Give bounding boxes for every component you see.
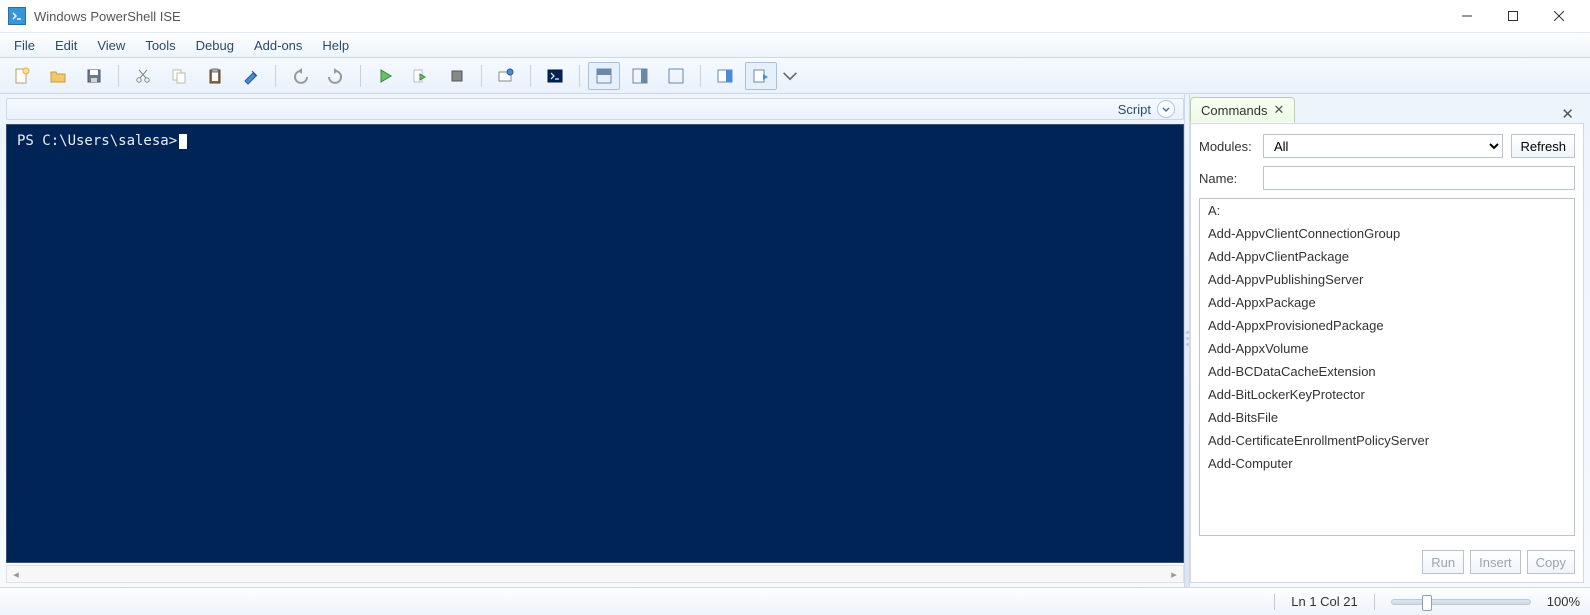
new-remote-tab-button[interactable]: [490, 62, 522, 90]
maximize-button[interactable]: [1490, 0, 1536, 32]
modules-label: Modules:: [1199, 139, 1255, 154]
console-prompt: PS C:\Users\salesa>: [17, 133, 177, 149]
open-file-button[interactable]: [42, 62, 74, 90]
run-selection-button[interactable]: [405, 62, 437, 90]
app-icon: [8, 7, 26, 25]
command-item[interactable]: Add-BitLockerKeyProtector: [1200, 383, 1574, 406]
cut-button[interactable]: [127, 62, 159, 90]
name-input[interactable]: [1263, 166, 1575, 190]
expand-script-icon: [1157, 100, 1175, 118]
menu-help[interactable]: Help: [312, 35, 359, 56]
command-item[interactable]: Add-AppvClientPackage: [1200, 245, 1574, 268]
horizontal-scrollbar[interactable]: ◂ ▸: [6, 565, 1184, 583]
menu-debug[interactable]: Debug: [186, 35, 244, 56]
modules-select[interactable]: All: [1263, 134, 1503, 158]
commands-pane: Commands ✕ ✕ Modules: All Refresh Name: …: [1190, 94, 1590, 587]
command-item[interactable]: Add-AppvPublishingServer: [1200, 268, 1574, 291]
title-bar: Windows PowerShell ISE: [0, 0, 1590, 32]
menu-edit[interactable]: Edit: [45, 35, 87, 56]
show-script-pane-right-button[interactable]: [624, 62, 656, 90]
show-command-addon-button[interactable]: [709, 62, 741, 90]
copy-cmd-button[interactable]: Copy: [1527, 550, 1575, 574]
commands-pane-close-icon[interactable]: ✕: [1555, 105, 1580, 123]
commands-tab[interactable]: Commands ✕: [1190, 97, 1295, 123]
script-pane-toggle[interactable]: Script: [6, 98, 1184, 120]
script-pane-label: Script: [1118, 102, 1151, 117]
undo-button[interactable]: [284, 62, 316, 90]
console-cursor: [179, 134, 187, 149]
new-file-button[interactable]: [6, 62, 38, 90]
cursor-position: Ln 1 Col 21: [1291, 594, 1358, 609]
menu-tools[interactable]: Tools: [135, 35, 185, 56]
show-script-pane-max-button[interactable]: [660, 62, 692, 90]
commands-listbox[interactable]: A:Add-AppvClientConnectionGroupAdd-AppvC…: [1199, 198, 1575, 536]
zoom-value: 100%: [1547, 594, 1580, 609]
menu-view[interactable]: View: [87, 35, 135, 56]
redo-button[interactable]: [320, 62, 352, 90]
name-label: Name:: [1199, 171, 1255, 186]
command-item[interactable]: Add-Computer: [1200, 452, 1574, 475]
command-item[interactable]: A:: [1200, 199, 1574, 222]
command-item[interactable]: Add-AppvClientConnectionGroup: [1200, 222, 1574, 245]
status-bar: Ln 1 Col 21 100%: [0, 587, 1590, 615]
zoom-slider[interactable]: [1391, 599, 1531, 605]
stop-button[interactable]: [441, 62, 473, 90]
show-script-pane-top-button[interactable]: [588, 62, 620, 90]
toolbar: [0, 58, 1590, 94]
toolbar-overflow-button[interactable]: [781, 62, 799, 90]
main-area: Script PS C:\Users\salesa> ◂ ▸ Commands …: [0, 94, 1590, 587]
insert-button[interactable]: Insert: [1470, 550, 1521, 574]
menu-file[interactable]: File: [4, 35, 45, 56]
console-pane[interactable]: PS C:\Users\salesa>: [6, 124, 1184, 563]
start-powershell-button[interactable]: [539, 62, 571, 90]
window-title: Windows PowerShell ISE: [34, 9, 181, 24]
refresh-button[interactable]: Refresh: [1511, 134, 1575, 158]
commands-tab-label: Commands: [1201, 103, 1267, 118]
command-item[interactable]: Add-AppxVolume: [1200, 337, 1574, 360]
command-item[interactable]: Add-BCDataCacheExtension: [1200, 360, 1574, 383]
minimize-button[interactable]: [1444, 0, 1490, 32]
command-item[interactable]: Add-CertificateEnrollmentPolicyServer: [1200, 429, 1574, 452]
command-item[interactable]: Add-AppxProvisionedPackage: [1200, 314, 1574, 337]
menu-add-ons[interactable]: Add-ons: [244, 35, 312, 56]
menu-bar: FileEditViewToolsDebugAdd-onsHelp: [0, 32, 1590, 58]
paste-button[interactable]: [199, 62, 231, 90]
command-item[interactable]: Add-BitsFile: [1200, 406, 1574, 429]
close-window-button[interactable]: [1536, 0, 1582, 32]
run-button[interactable]: Run: [1422, 550, 1464, 574]
clear-console-button[interactable]: [235, 62, 267, 90]
zoom-slider-thumb[interactable]: [1422, 595, 1432, 611]
commands-tab-close-icon[interactable]: ✕: [1273, 102, 1284, 118]
copy-button[interactable]: [163, 62, 195, 90]
run-script-button[interactable]: [369, 62, 401, 90]
command-item[interactable]: Add-AppxPackage: [1200, 291, 1574, 314]
show-command-window-button[interactable]: [745, 62, 777, 90]
save-file-button[interactable]: [78, 62, 110, 90]
